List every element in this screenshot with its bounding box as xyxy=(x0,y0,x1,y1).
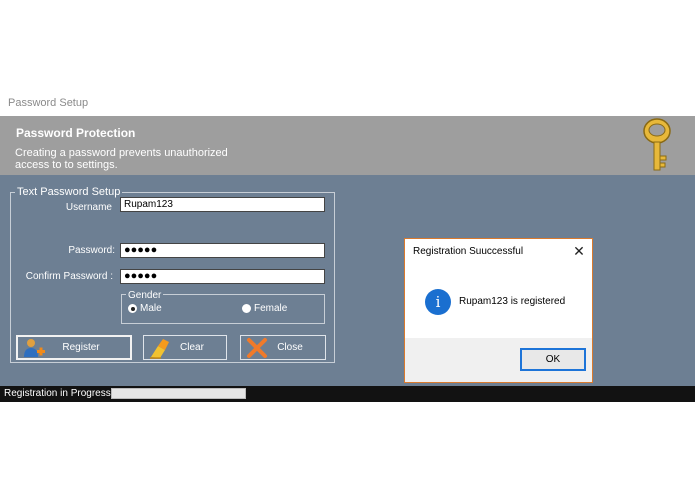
register-button[interactable]: Register xyxy=(16,335,132,360)
username-input[interactable]: Rupam123 xyxy=(120,197,325,212)
banner-description: Creating a password prevents unauthorize… xyxy=(15,147,228,171)
ok-button-label: OK xyxy=(545,354,561,365)
username-label: Username xyxy=(65,202,112,213)
gender-male-label[interactable]: Male xyxy=(140,303,162,314)
password-input[interactable]: ●●●●● xyxy=(120,243,325,258)
confirm-password-label: Confirm Password : xyxy=(25,271,113,282)
close-icon[interactable]: ✕ xyxy=(571,243,587,259)
banner-title: Password Protection xyxy=(16,126,136,140)
close-button-label: Close xyxy=(277,342,303,353)
gender-male-radio[interactable] xyxy=(128,304,137,313)
key-icon xyxy=(643,118,671,171)
gender-female-radio[interactable] xyxy=(242,304,251,313)
clear-button[interactable]: Clear xyxy=(143,335,227,360)
register-button-label: Register xyxy=(62,342,100,353)
gender-title: Gender xyxy=(126,290,164,301)
password-label: Password: xyxy=(68,245,115,256)
clear-button-label: Clear xyxy=(180,342,204,353)
dialog-message: Rupam123 is registered xyxy=(459,296,566,307)
ok-button[interactable]: OK xyxy=(520,348,586,371)
group-title: Text Password Setup xyxy=(15,186,123,198)
gender-female-label[interactable]: Female xyxy=(254,303,287,314)
x-icon xyxy=(247,337,267,358)
add-user-icon xyxy=(24,338,45,357)
dialog-title: Registration Suuccessful xyxy=(413,246,524,257)
close-button[interactable]: Close xyxy=(240,335,326,360)
registration-dialog: Registration Suuccessful ✕ i Rupam123 is… xyxy=(404,238,593,383)
registration-progress-bar xyxy=(111,388,246,399)
status-text: Registration in Progress xyxy=(4,388,111,399)
info-icon: i xyxy=(425,289,451,315)
confirm-password-input[interactable]: ●●●●● xyxy=(120,269,325,284)
window-title: Password Setup xyxy=(8,97,89,109)
broom-icon xyxy=(150,338,169,359)
